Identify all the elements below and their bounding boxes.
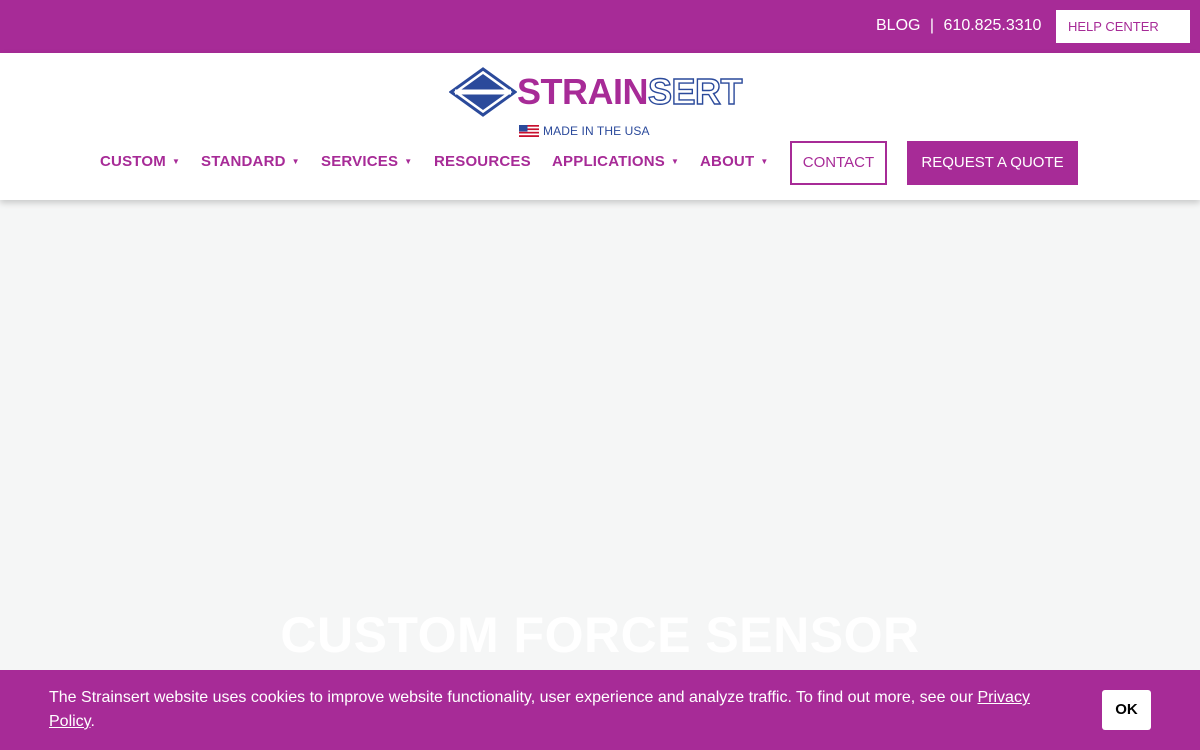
nav-label: STANDARD bbox=[201, 153, 286, 170]
contact-button[interactable]: CONTACT bbox=[790, 141, 887, 185]
nav-label: APPLICATIONS bbox=[552, 153, 665, 170]
site-header: STRAINSERT MADE IN THE USA CUSTOM ▼ STAND… bbox=[0, 53, 1200, 200]
nav-label: ABOUT bbox=[700, 153, 755, 170]
nav-item-about[interactable]: ABOUT ▼ bbox=[700, 153, 768, 170]
nav-item-services[interactable]: SERVICES ▼ bbox=[321, 153, 412, 170]
topbar-links: BLOG | 610.825.3310 bbox=[876, 17, 1041, 35]
dropdown-caret-icon: ▼ bbox=[404, 157, 413, 166]
logo-tagline: MADE IN THE USA bbox=[519, 124, 650, 138]
nav-item-applications[interactable]: APPLICATIONS ▼ bbox=[552, 153, 679, 170]
nav-item-resources[interactable]: RESOURCES bbox=[434, 153, 531, 170]
phone-link[interactable]: 610.825.3310 bbox=[944, 17, 1042, 35]
nav-label: SERVICES bbox=[321, 153, 399, 170]
cookie-consent-bar: The Strainsert website uses cookies to i… bbox=[0, 670, 1200, 750]
nav-item-custom[interactable]: CUSTOM ▼ bbox=[100, 153, 180, 170]
cookie-text: The Strainsert website uses cookies to i… bbox=[49, 689, 978, 706]
cookie-message: The Strainsert website uses cookies to i… bbox=[49, 686, 1079, 734]
top-utility-bar: BLOG | 610.825.3310 HELP CENTER bbox=[0, 0, 1200, 53]
diamond-logo-icon bbox=[449, 67, 517, 117]
dropdown-caret-icon: ▼ bbox=[670, 157, 680, 166]
topbar-separator: | bbox=[929, 17, 935, 34]
dropdown-caret-icon: ▼ bbox=[171, 157, 181, 166]
dropdown-caret-icon: ▼ bbox=[760, 157, 769, 166]
logo-word-sert: SERT bbox=[647, 71, 743, 112]
cookie-ok-button[interactable]: OK bbox=[1102, 690, 1151, 730]
logo-word-strain: STRAIN bbox=[517, 71, 649, 112]
logo-wordmark: STRAINSERT bbox=[517, 71, 743, 112]
hero-banner: CUSTOM FORCE SENSOR bbox=[0, 200, 1200, 670]
nav-label: CUSTOM bbox=[100, 153, 166, 170]
blog-link[interactable]: BLOG bbox=[876, 17, 920, 35]
strainsert-logo[interactable]: STRAINSERT MADE IN THE USA bbox=[449, 67, 751, 138]
us-flag-icon bbox=[519, 125, 539, 137]
nav-item-standard[interactable]: STANDARD ▼ bbox=[201, 153, 300, 170]
hero-title: CUSTOM FORCE SENSOR bbox=[280, 607, 920, 663]
request-quote-button[interactable]: REQUEST A QUOTE bbox=[907, 141, 1078, 185]
help-center-button[interactable]: HELP CENTER bbox=[1056, 10, 1190, 43]
nav-label: RESOURCES bbox=[434, 153, 531, 170]
tagline-text: MADE IN THE USA bbox=[543, 124, 650, 138]
dropdown-caret-icon: ▼ bbox=[291, 157, 300, 166]
cookie-trailing: . bbox=[90, 713, 95, 730]
